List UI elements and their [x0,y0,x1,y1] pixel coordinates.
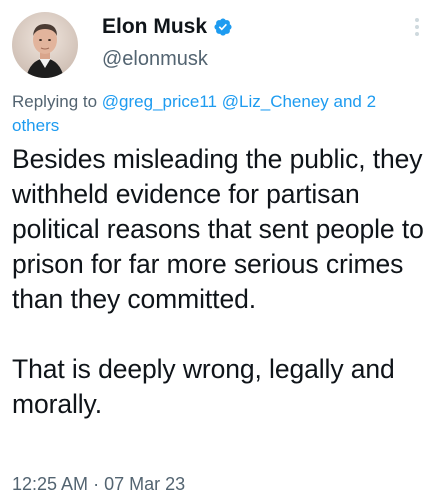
tweet-time[interactable]: 12:25 AM [12,474,88,494]
avatar-image [12,12,78,78]
timestamp-separator: · [88,474,105,494]
tweet-date[interactable]: 07 Mar 23 [104,474,185,494]
more-dot [415,32,419,36]
tweet-timestamp: 12:25 AM · 07 Mar 23 [12,472,185,496]
mention-greg-price[interactable]: @greg_price11 [102,92,217,111]
mention-liz-cheney[interactable]: @Liz_Cheney [222,92,329,111]
tweet-paragraph-2: That is deeply wrong, legally and morall… [12,354,395,419]
author-display-name: Elon Musk [102,15,208,38]
avatar[interactable] [12,12,78,78]
more-dot [415,25,419,29]
author-handle[interactable]: @elonmusk [102,46,233,72]
tweet-paragraph-1: Besides misleading the public, they with… [12,144,424,314]
author-name-row[interactable]: Elon Musk [102,14,233,40]
reply-prefix: Replying to [12,92,102,111]
more-dot [415,18,419,22]
more-options-icon[interactable] [406,14,428,40]
tweet-text: Besides misleading the public, they with… [12,142,432,422]
author-names: Elon Musk @elonmusk [102,14,233,72]
verified-badge-icon [213,17,233,37]
reply-context: Replying to @greg_price11 @Liz_Cheney an… [12,90,422,138]
tweet-card: Elon Musk @elonmusk Replying to @greg_pr… [0,0,440,500]
tweet-header: Elon Musk @elonmusk [12,12,428,78]
